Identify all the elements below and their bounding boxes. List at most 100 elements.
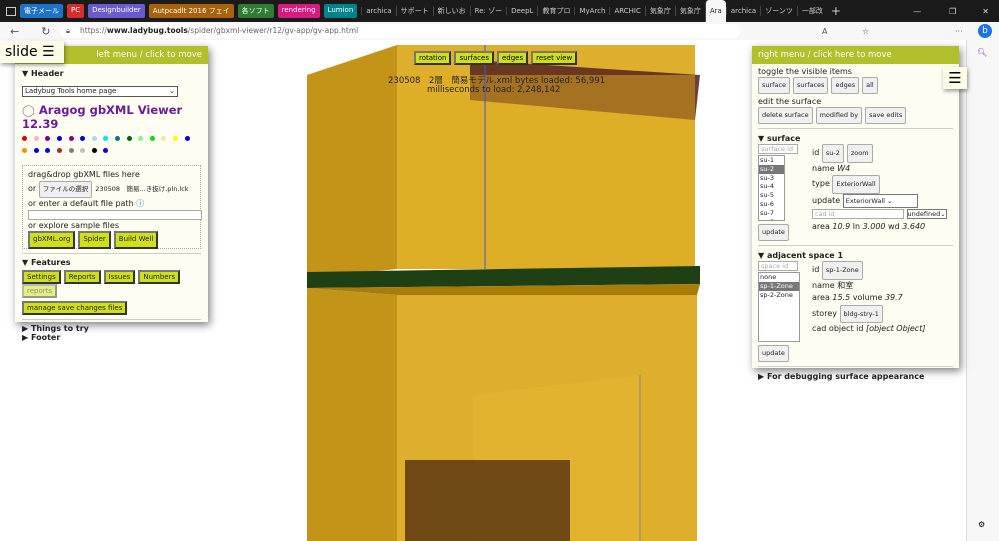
close-window-button[interactable]: ✕ xyxy=(982,7,989,16)
surface-list-item[interactable]: su-3 xyxy=(759,174,784,183)
back-icon[interactable]: ← xyxy=(10,25,19,38)
feature-numbers-button[interactable]: Numbers xyxy=(138,270,181,284)
color-swatch[interactable] xyxy=(149,136,155,141)
color-swatch[interactable] xyxy=(22,148,28,153)
modified-by-button[interactable]: modified by xyxy=(815,107,863,124)
favorite-4[interactable]: 各ソフト xyxy=(237,4,274,18)
color-swatch[interactable] xyxy=(173,136,179,141)
cad-select[interactable]: undefined⌄ xyxy=(906,209,947,219)
toggle-all-button[interactable]: all xyxy=(862,77,878,94)
color-swatch[interactable] xyxy=(80,148,86,153)
surfaces-button[interactable]: surfaces xyxy=(454,51,494,65)
color-swatch[interactable] xyxy=(68,136,74,141)
space-update-button[interactable]: update xyxy=(758,345,789,362)
favorite-1[interactable]: PC xyxy=(67,4,85,18)
space-list-item[interactable]: none xyxy=(759,273,799,282)
delete-surface-button[interactable]: delete surface xyxy=(758,107,813,124)
browser-tab[interactable]: ゾーンツ xyxy=(760,6,797,16)
tab-actions-icon[interactable] xyxy=(6,6,16,16)
header-toggle[interactable]: ▼ Header xyxy=(22,69,201,78)
storey-button[interactable]: bldg-stry-1 xyxy=(839,304,883,323)
feature-reports-button[interactable]: Reports xyxy=(63,270,101,284)
file-drop-zone[interactable]: drag&drop gbXML files here or ファイルの選択 230… xyxy=(22,165,202,249)
debugging-toggle[interactable]: ▶ For debugging surface appearance xyxy=(758,371,953,382)
surface-list-item[interactable]: su-4 xyxy=(759,182,784,191)
file-choose-button[interactable]: ファイルの選択 xyxy=(38,180,93,198)
slide-button[interactable]: slide ☰ xyxy=(0,41,64,63)
right-menu-hamburger-icon[interactable]: ☰ xyxy=(943,67,967,89)
new-tab-button[interactable]: + xyxy=(831,4,841,18)
surface-update-button[interactable]: update xyxy=(758,224,789,241)
rotation-button[interactable]: rotation xyxy=(414,51,452,65)
feature-settings-button[interactable]: Settings xyxy=(22,270,61,284)
color-swatch[interactable] xyxy=(57,136,63,141)
color-swatch[interactable] xyxy=(68,148,74,153)
bing-icon[interactable]: b xyxy=(978,24,992,38)
browser-tab[interactable]: DeepL xyxy=(506,7,537,15)
maximize-button[interactable]: ❐ xyxy=(949,7,956,16)
browser-tab[interactable]: archica xyxy=(725,7,760,15)
toggle-surfaces-button[interactable]: surfaces xyxy=(793,77,829,94)
url-input[interactable]: 🔒︎ https://www.ladybug.tools/spider/gbxml… xyxy=(60,24,740,38)
file-path-input[interactable] xyxy=(28,209,202,220)
surface-id-input[interactable]: surface id xyxy=(758,144,798,154)
refresh-icon[interactable]: ↻ xyxy=(41,25,50,38)
surface-list-item[interactable]: su-1 xyxy=(759,156,784,165)
surface-list-item[interactable]: su-5 xyxy=(759,191,784,200)
surface-list-item[interactable]: su-6 xyxy=(759,200,784,209)
settings-icon[interactable]: ⚙ xyxy=(978,520,985,529)
zoom-button[interactable]: zoom xyxy=(846,144,873,163)
color-swatch[interactable] xyxy=(103,148,109,153)
browser-tab[interactable]: 新しいお xyxy=(432,6,470,16)
browser-tab[interactable]: サポート xyxy=(395,6,433,16)
color-swatch[interactable] xyxy=(91,136,97,141)
sample-gbxml-org-button[interactable]: gbXML.org xyxy=(28,231,76,249)
surface-list-item[interactable]: su-8 xyxy=(759,218,784,220)
space-id-button[interactable]: sp-1-Zone xyxy=(821,261,863,280)
color-swatch[interactable] xyxy=(45,136,51,141)
surface-toggle[interactable]: ▼ surface xyxy=(758,133,953,144)
feature-issues-button[interactable]: Issues xyxy=(103,270,136,284)
toggle-surface-button[interactable]: surface xyxy=(758,77,791,94)
search-icon[interactable]: 🔍︎ xyxy=(977,48,999,57)
color-swatch[interactable] xyxy=(103,136,109,141)
browser-tab[interactable]: ARCHIC xyxy=(609,7,644,15)
cad-id-input[interactable]: cad id xyxy=(812,209,904,219)
browser-tab[interactable]: MyArch xyxy=(574,7,609,15)
favorite-2[interactable]: Designbuilder xyxy=(88,4,145,18)
minimize-button[interactable]: — xyxy=(913,7,921,16)
reset-view-button[interactable]: reset view xyxy=(531,51,578,65)
color-swatch[interactable] xyxy=(22,136,28,141)
home-select[interactable]: Ladybug Tools home page ⌄ xyxy=(22,86,178,97)
favorite-0[interactable]: 電子メール xyxy=(20,4,63,18)
color-swatch[interactable] xyxy=(33,136,39,141)
adjacent-space-toggle[interactable]: ▼ adjacent space 1 xyxy=(758,250,953,261)
favorite-5[interactable]: rendering xyxy=(277,4,320,18)
color-swatch[interactable] xyxy=(80,136,86,141)
features-toggle[interactable]: ▼ Features xyxy=(22,258,201,267)
color-swatch[interactable] xyxy=(115,136,121,141)
app-title[interactable]: Aragog gbXML Viewer 12.39 xyxy=(22,103,182,131)
browser-tab[interactable]: archica xyxy=(361,7,395,15)
surface-id-button[interactable]: su-2 xyxy=(821,144,844,163)
browser-tab[interactable]: 教育プロ xyxy=(537,6,574,16)
browser-tab[interactable]: 気象庁 xyxy=(674,6,705,16)
surface-type-button[interactable]: ExteriorWall xyxy=(832,175,880,194)
color-swatch[interactable] xyxy=(184,136,190,141)
more-icon[interactable]: ··· xyxy=(955,27,963,36)
space-list[interactable]: none sp-1-Zone sp-2-Zone xyxy=(758,272,800,342)
surface-list[interactable]: su-1su-2su-3su-4su-5su-6su-7su-8 xyxy=(758,155,785,221)
browser-tab[interactable]: Re: ゾー xyxy=(469,6,506,16)
read-aloud-icon[interactable]: A xyxy=(822,27,827,36)
manage-save-changes-button[interactable]: manage save changes files xyxy=(22,301,128,315)
space-list-item[interactable]: sp-1-Zone xyxy=(759,281,799,291)
sample-spider-button[interactable]: Spider xyxy=(78,231,111,249)
browser-tab[interactable]: 気象庁 xyxy=(644,6,675,16)
sample-build-well-button[interactable]: Build Well xyxy=(113,231,159,249)
surface-type-select[interactable]: ExteriorWall ⌄ xyxy=(842,193,918,208)
color-swatch[interactable] xyxy=(45,148,51,153)
edges-button[interactable]: edges xyxy=(496,51,529,65)
space-list-item[interactable]: sp-2-Zone xyxy=(759,291,799,300)
browser-tab[interactable]: 一部改 xyxy=(796,6,827,16)
things-to-try-toggle[interactable]: ▶ Things to try xyxy=(22,324,201,333)
